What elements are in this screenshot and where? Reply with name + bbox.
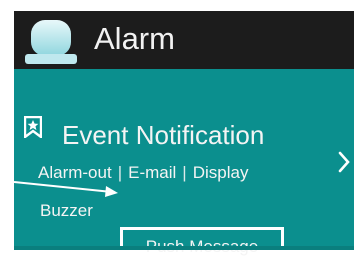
event-notification-title: Event Notification [62,120,265,150]
option-display[interactable]: Display [193,162,249,184]
option-email[interactable]: E-mail [128,162,176,184]
separator: | [182,163,187,182]
chevron-right-icon[interactable] [337,149,351,175]
bookmark-icon [24,116,42,138]
alarm-bell-icon [25,20,77,64]
app-header: Alarm [14,11,354,69]
page-title: Alarm [94,21,175,56]
annotation-arrow-icon [14,181,118,197]
event-notification-panel[interactable]: Event Notification Alarm-out | E-mail | Disp… [14,69,354,267]
screen-frame: Alarm Event Notification Alarm-out | E-mai… [0,0,364,267]
panel-bottom-edge [14,246,354,250]
